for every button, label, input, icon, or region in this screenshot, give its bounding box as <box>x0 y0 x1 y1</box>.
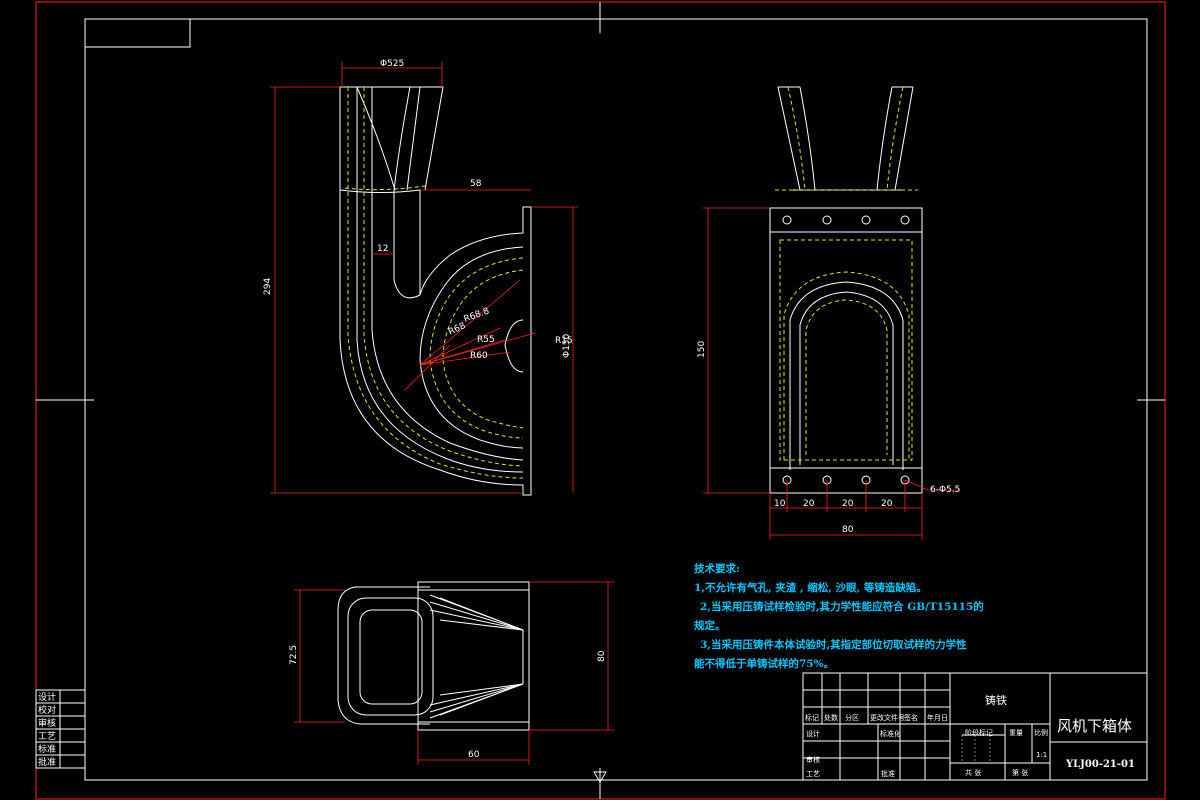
side-block-check: 校对 <box>38 704 56 716</box>
tb-scale: 1:1 <box>1036 751 1047 759</box>
side-view-hidden <box>775 86 918 461</box>
dim-bottom-60: 60 <box>468 750 480 760</box>
tb-scale-label: 比例 <box>1034 728 1048 737</box>
dim-hole-spec: 6-Φ5.5 <box>930 485 960 495</box>
notes-line-3b: 能不得低于单铸试样的75%。 <box>694 658 835 670</box>
tb-material: 铸铁 <box>985 693 1007 707</box>
tb-row-sign: 签名 <box>904 713 918 722</box>
title-block-hidden-grid <box>961 735 991 763</box>
notes-line-2b: 规定。 <box>694 620 726 632</box>
cad-drawing: Φ525 294 58 12 R68 R68.8 R55 R60 R15 Φ15… <box>35 1 1166 800</box>
tb-row-change-doc: 更改文件号 <box>870 713 905 722</box>
tb-standardize: 标准化 <box>880 729 901 738</box>
bottom-view <box>337 581 530 731</box>
notes-line-1: 1,不允许有气孔, 夹渣 , 缩松, 沙眼, 等铸造缺陷。 <box>694 582 927 594</box>
tb-design: 设计 <box>806 729 820 738</box>
dim-wall: 12 <box>377 244 388 254</box>
front-view <box>339 86 532 496</box>
side-view-dimensions <box>703 207 960 540</box>
side-block-process: 工艺 <box>38 731 56 742</box>
dim-pitch-20b: 20 <box>842 499 854 509</box>
tb-approve: 批准 <box>881 769 895 778</box>
notes-line-2: 2,当采用压铸试样检验时,其力学性能应符合 GB/T15115的 <box>700 601 984 613</box>
side-block-review: 审核 <box>38 717 56 729</box>
dim-r68: R68 <box>447 321 468 338</box>
dim-r55: R55 <box>477 335 495 345</box>
dim-pitch-10: 10 <box>774 499 786 509</box>
dim-pitch-20a: 20 <box>803 499 815 509</box>
sheet-border <box>35 1 1166 800</box>
tb-sheets-total: 共 张 <box>965 768 981 777</box>
dim-bottom-80: 80 <box>597 650 607 662</box>
notes-title: 技术要求: <box>694 563 740 575</box>
tb-stage-mark: 阶段标记 <box>965 728 993 737</box>
dim-top-diameter: Φ525 <box>380 59 404 69</box>
tb-review: 审核 <box>806 755 820 764</box>
drawing-frame <box>36 2 1165 799</box>
side-block-standard: 标准 <box>38 743 56 755</box>
side-block-design: 设计 <box>38 691 56 703</box>
tb-part-name: 风机下箱体 <box>1057 717 1132 735</box>
notes-line-3: 3,当采用压铸件本体试验时,其指定部位切取试样的力学性 <box>700 639 967 651</box>
side-view <box>769 86 923 494</box>
tb-sheet-no: 第 张 <box>1012 768 1028 777</box>
tb-weight: 重量 <box>1009 729 1023 737</box>
tb-row-date: 年月日 <box>927 713 948 722</box>
dim-flange-offset: 58 <box>470 179 482 189</box>
dim-r68-8: R68.8 <box>463 306 491 324</box>
dim-side-height: 150 <box>697 341 707 358</box>
tb-drawing-number: YLJ00-21-01 <box>1065 759 1135 770</box>
dim-bottom-72-5: 72.5 <box>289 645 299 665</box>
technical-requirements: 技术要求: 1,不允许有气孔, 夹渣 , 缩松, 沙眼, 等铸造缺陷。 2,当采… <box>694 560 984 674</box>
dim-height-total: 294 <box>263 278 273 295</box>
tb-row-count: 处数 <box>824 713 838 722</box>
tb-row-zone: 分区 <box>845 713 859 722</box>
tb-process: 工艺 <box>806 770 820 778</box>
dim-pitch-20c: 20 <box>881 499 893 509</box>
side-block-approve: 批准 <box>38 756 56 768</box>
tb-row-mark: 标记 <box>805 713 819 722</box>
dim-overall-80-side: 80 <box>842 525 854 535</box>
dim-r60: R60 <box>470 351 488 361</box>
dim-phi150: Φ150 <box>562 333 572 358</box>
